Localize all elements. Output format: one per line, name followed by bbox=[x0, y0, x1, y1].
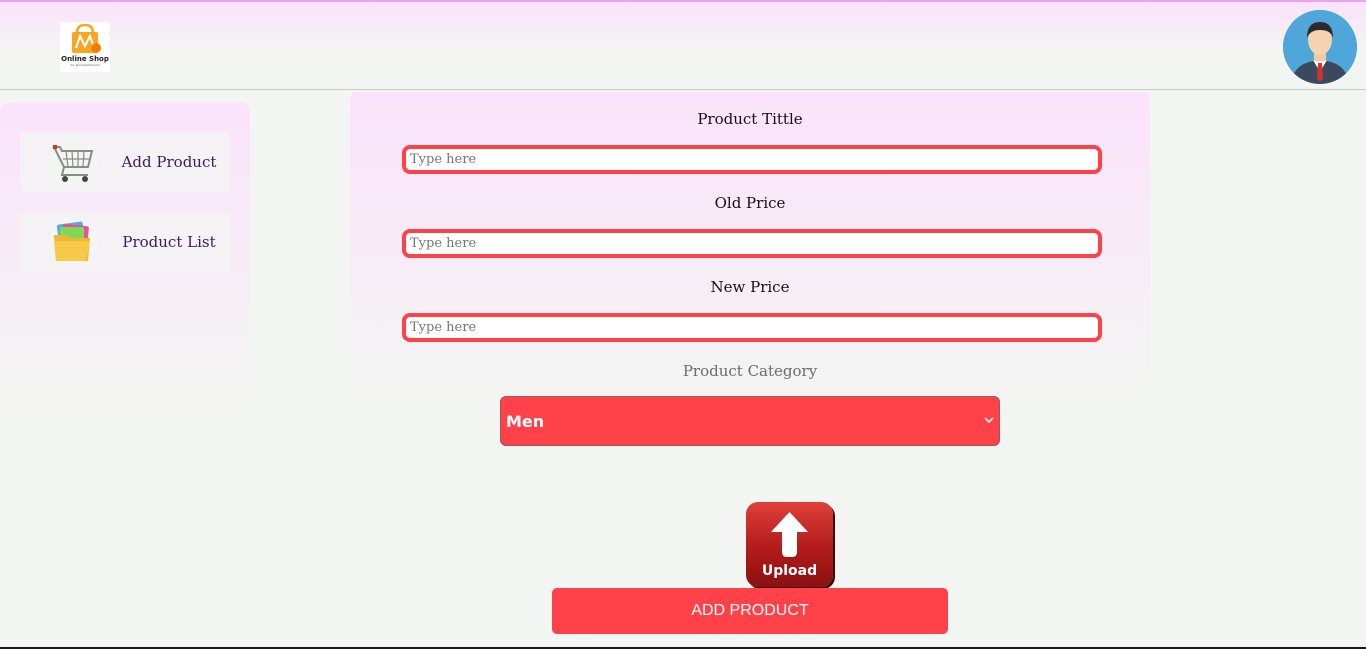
old-price-input[interactable] bbox=[402, 229, 1102, 258]
upload-button[interactable]: Upload bbox=[746, 502, 833, 587]
upload-arrow-icon bbox=[771, 512, 808, 557]
sidebar-item-label: Add Product bbox=[121, 153, 217, 171]
product-title-input[interactable] bbox=[402, 145, 1102, 174]
new-price-label: New Price bbox=[710, 278, 790, 296]
logo-subtext: by @onlineshop.bd bbox=[70, 63, 100, 67]
old-price-label: Old Price bbox=[714, 194, 786, 212]
upload-label: Upload bbox=[761, 563, 818, 579]
logo-text: Online Shop bbox=[61, 55, 109, 63]
folder-icon bbox=[48, 217, 98, 267]
sidebar: Add Product Product List bbox=[0, 102, 250, 617]
user-avatar-icon bbox=[1283, 10, 1357, 84]
shopping-bag-icon bbox=[72, 24, 101, 53]
top-navbar: Online Shop by @onlineshop.bd bbox=[0, 2, 1366, 90]
site-logo[interactable]: Online Shop by @onlineshop.bd bbox=[60, 22, 110, 72]
new-price-input[interactable] bbox=[402, 313, 1102, 342]
add-product-button[interactable]: ADD PRODUCT bbox=[552, 588, 948, 634]
product-category-select[interactable]: Men bbox=[500, 396, 1000, 446]
chevron-down-icon bbox=[984, 417, 994, 424]
add-product-form: Product Tittle Old Price New Price Produ… bbox=[350, 92, 1150, 609]
sidebar-item-label: Product List bbox=[122, 233, 216, 251]
product-title-label: Product Tittle bbox=[697, 110, 803, 128]
shopping-cart-icon bbox=[48, 137, 98, 187]
sidebar-item-add-product[interactable]: Add Product bbox=[20, 132, 230, 192]
user-avatar[interactable] bbox=[1283, 10, 1357, 84]
product-category-label: Product Category bbox=[682, 362, 818, 380]
sidebar-item-product-list[interactable]: Product List bbox=[20, 212, 230, 272]
selected-category: Men bbox=[506, 411, 545, 431]
